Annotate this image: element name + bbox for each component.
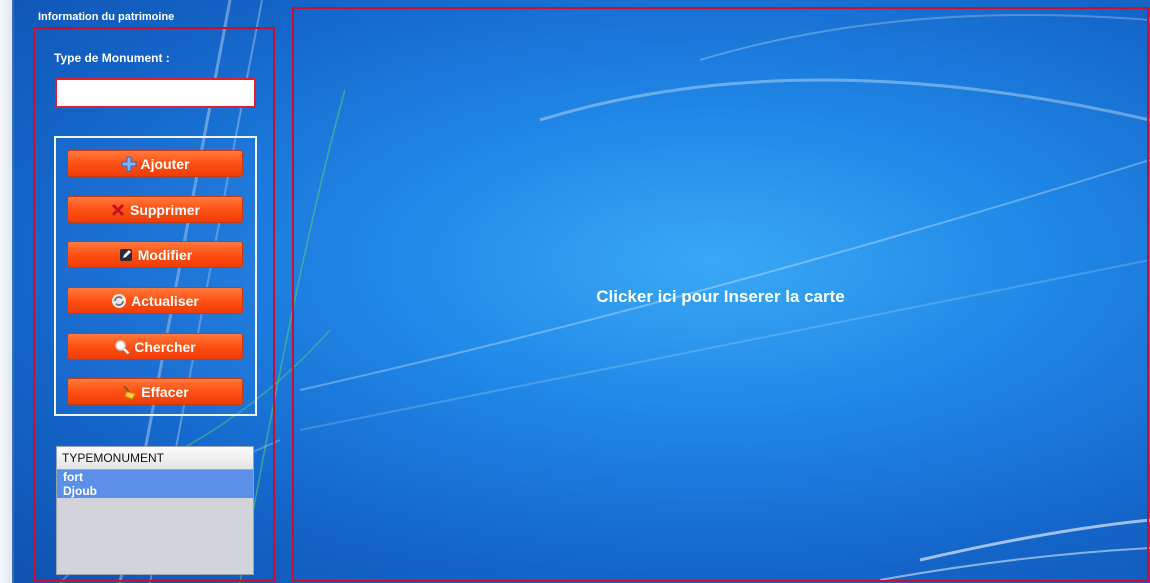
supprimer-label: Supprimer: [129, 201, 200, 218]
effacer-label: Effacer: [141, 383, 189, 400]
actualiser-button[interactable]: Actualiser: [67, 287, 243, 314]
window-divider: [12, 0, 14, 583]
plus-icon: [121, 156, 137, 172]
chercher-button[interactable]: Chercher: [67, 333, 243, 360]
refresh-icon: [111, 293, 127, 309]
list-body: fort Djoub: [57, 470, 253, 498]
type-monument-input[interactable]: [55, 78, 256, 108]
button-group: [54, 136, 257, 416]
type-monument-list[interactable]: TYPEMONUMENT fort Djoub: [56, 446, 254, 575]
modifier-button[interactable]: Modifier: [67, 241, 243, 268]
pencil-icon: [118, 247, 134, 263]
supprimer-button[interactable]: Supprimer: [67, 196, 243, 223]
chercher-label: Chercher: [134, 338, 196, 355]
window-edge: [0, 0, 12, 583]
insert-map-link[interactable]: Clicker ici pour Inserer la carte: [292, 287, 1149, 307]
modifier-label: Modifier: [137, 246, 193, 263]
x-icon: [110, 202, 126, 218]
panel-title: Information du patrimoine: [38, 11, 175, 23]
broom-icon: [121, 384, 137, 400]
magnifier-icon: [114, 339, 130, 355]
list-item[interactable]: Djoub: [57, 484, 253, 498]
actualiser-label: Actualiser: [131, 292, 199, 309]
type-monument-label: Type de Monument :: [54, 51, 170, 65]
list-column-header[interactable]: TYPEMONUMENT: [57, 447, 253, 470]
ajouter-label: Ajouter: [140, 155, 190, 172]
effacer-button[interactable]: Effacer: [67, 378, 243, 405]
ajouter-button[interactable]: Ajouter: [67, 150, 243, 177]
list-item[interactable]: fort: [57, 470, 253, 484]
